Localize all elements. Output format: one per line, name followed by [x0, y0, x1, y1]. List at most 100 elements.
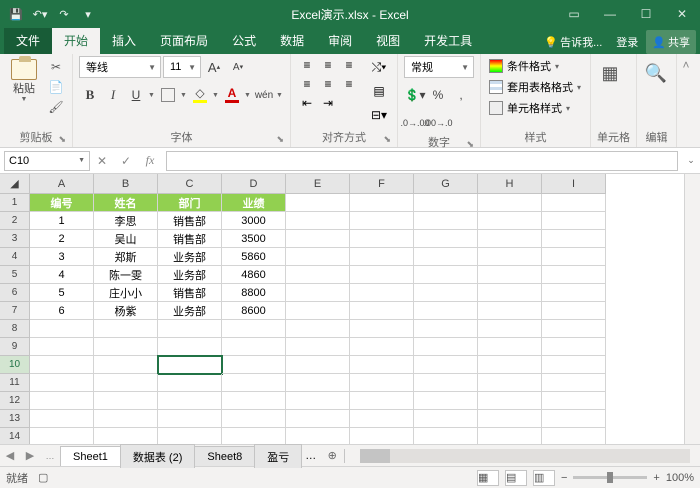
cell[interactable]: [542, 338, 606, 356]
cell[interactable]: 业绩: [222, 194, 286, 212]
cell[interactable]: [30, 320, 94, 338]
cell[interactable]: [286, 338, 350, 356]
cell[interactable]: [542, 320, 606, 338]
cell[interactable]: 5: [30, 284, 94, 302]
cell[interactable]: [286, 392, 350, 410]
cell[interactable]: [414, 428, 478, 444]
cell[interactable]: [94, 410, 158, 428]
redo-icon[interactable]: ↷: [54, 4, 74, 24]
cell[interactable]: 销售部: [158, 212, 222, 230]
cell[interactable]: 销售部: [158, 284, 222, 302]
cell[interactable]: [542, 392, 606, 410]
format-painter-icon[interactable]: 🖌: [46, 98, 66, 116]
cell[interactable]: [542, 284, 606, 302]
tab-layout[interactable]: 页面布局: [148, 28, 220, 54]
format-table-button[interactable]: 套用表格格式▾: [487, 77, 583, 97]
row-header[interactable]: 3: [0, 230, 30, 248]
cell[interactable]: [158, 410, 222, 428]
cell[interactable]: [158, 320, 222, 338]
cell[interactable]: 5860: [222, 248, 286, 266]
cell[interactable]: 郑斯: [94, 248, 158, 266]
phonetic-button[interactable]: wén: [253, 84, 275, 106]
cell[interactable]: [30, 356, 94, 374]
cell[interactable]: [286, 428, 350, 444]
sheet-nav-prev-icon[interactable]: ◀: [0, 449, 20, 462]
maximize-icon[interactable]: ☐: [628, 0, 664, 28]
row-header[interactable]: 5: [0, 266, 30, 284]
row-header[interactable]: 4: [0, 248, 30, 266]
number-format-combo[interactable]: 常规▼: [404, 56, 474, 78]
underline-button[interactable]: U: [125, 84, 147, 106]
italic-button[interactable]: I: [102, 84, 124, 106]
find-button[interactable]: 🔍: [643, 56, 669, 86]
font-size-combo[interactable]: 11▼: [163, 56, 201, 78]
sheet-tab[interactable]: 数据表 (2): [120, 444, 196, 468]
cell[interactable]: 吴山: [94, 230, 158, 248]
cell[interactable]: [478, 410, 542, 428]
align-bottom-icon[interactable]: ≡: [339, 56, 359, 74]
vertical-scrollbar[interactable]: [684, 174, 700, 444]
cell[interactable]: 1: [30, 212, 94, 230]
cell[interactable]: [158, 338, 222, 356]
qat-custom-icon[interactable]: ▾: [78, 4, 98, 24]
tab-view[interactable]: 视图: [364, 28, 412, 54]
cell[interactable]: [414, 266, 478, 284]
outdent-icon[interactable]: ⇤: [297, 94, 317, 112]
shrink-font-icon[interactable]: A▾: [227, 56, 249, 78]
cell[interactable]: [94, 428, 158, 444]
cell[interactable]: [478, 302, 542, 320]
number-launcher-icon[interactable]: ⬊: [466, 139, 474, 150]
cell[interactable]: [222, 320, 286, 338]
cell[interactable]: 杨紫: [94, 302, 158, 320]
zoom-slider[interactable]: [573, 476, 647, 479]
cell[interactable]: [350, 356, 414, 374]
clipboard-launcher-icon[interactable]: ⬊: [58, 134, 66, 145]
cell[interactable]: [222, 374, 286, 392]
close-icon[interactable]: ✕: [664, 0, 700, 28]
cell[interactable]: [286, 284, 350, 302]
cell[interactable]: [350, 284, 414, 302]
orientation-button[interactable]: ⤭▾: [367, 56, 391, 78]
cell[interactable]: [478, 356, 542, 374]
login-link[interactable]: 登录: [610, 30, 644, 54]
cell[interactable]: [286, 248, 350, 266]
cell[interactable]: [286, 374, 350, 392]
font-launcher-icon[interactable]: ⬊: [276, 134, 284, 145]
row-header[interactable]: 12: [0, 392, 30, 410]
cell[interactable]: [478, 194, 542, 212]
cancel-formula-icon[interactable]: ✕: [90, 151, 114, 171]
cell[interactable]: 业务部: [158, 302, 222, 320]
cell[interactable]: [286, 320, 350, 338]
cell[interactable]: [350, 320, 414, 338]
cell[interactable]: [542, 266, 606, 284]
cell[interactable]: [94, 392, 158, 410]
save-icon[interactable]: 💾: [6, 4, 26, 24]
cells-button[interactable]: ▦: [597, 56, 623, 86]
worksheet-grid[interactable]: ◢ A B C D E F G H I 1编号姓名部门业绩21李思销售部3000…: [0, 174, 700, 444]
name-box[interactable]: C10▼: [4, 151, 90, 171]
font-color-button[interactable]: A: [221, 84, 243, 106]
cell[interactable]: [542, 194, 606, 212]
zoom-level[interactable]: 100%: [666, 472, 694, 484]
cell[interactable]: [30, 392, 94, 410]
cell[interactable]: [94, 338, 158, 356]
formula-input[interactable]: [166, 151, 678, 171]
cell[interactable]: [542, 230, 606, 248]
bold-button[interactable]: B: [79, 84, 101, 106]
cell[interactable]: [350, 410, 414, 428]
sheet-tab[interactable]: 盈亏: [254, 444, 302, 468]
percent-button[interactable]: %: [427, 84, 449, 106]
col-header[interactable]: D: [222, 174, 286, 194]
cell[interactable]: [542, 356, 606, 374]
comma-button[interactable]: ,: [450, 84, 472, 106]
cell[interactable]: [286, 410, 350, 428]
border-button[interactable]: [161, 88, 175, 102]
cell[interactable]: 销售部: [158, 230, 222, 248]
cell[interactable]: 庄小小: [94, 284, 158, 302]
cell[interactable]: [478, 428, 542, 444]
cell[interactable]: [350, 338, 414, 356]
cell[interactable]: [414, 320, 478, 338]
sheet-tab[interactable]: Sheet8: [194, 446, 255, 466]
tab-review[interactable]: 审阅: [316, 28, 364, 54]
sheet-tab[interactable]: Sheet1: [60, 446, 121, 466]
